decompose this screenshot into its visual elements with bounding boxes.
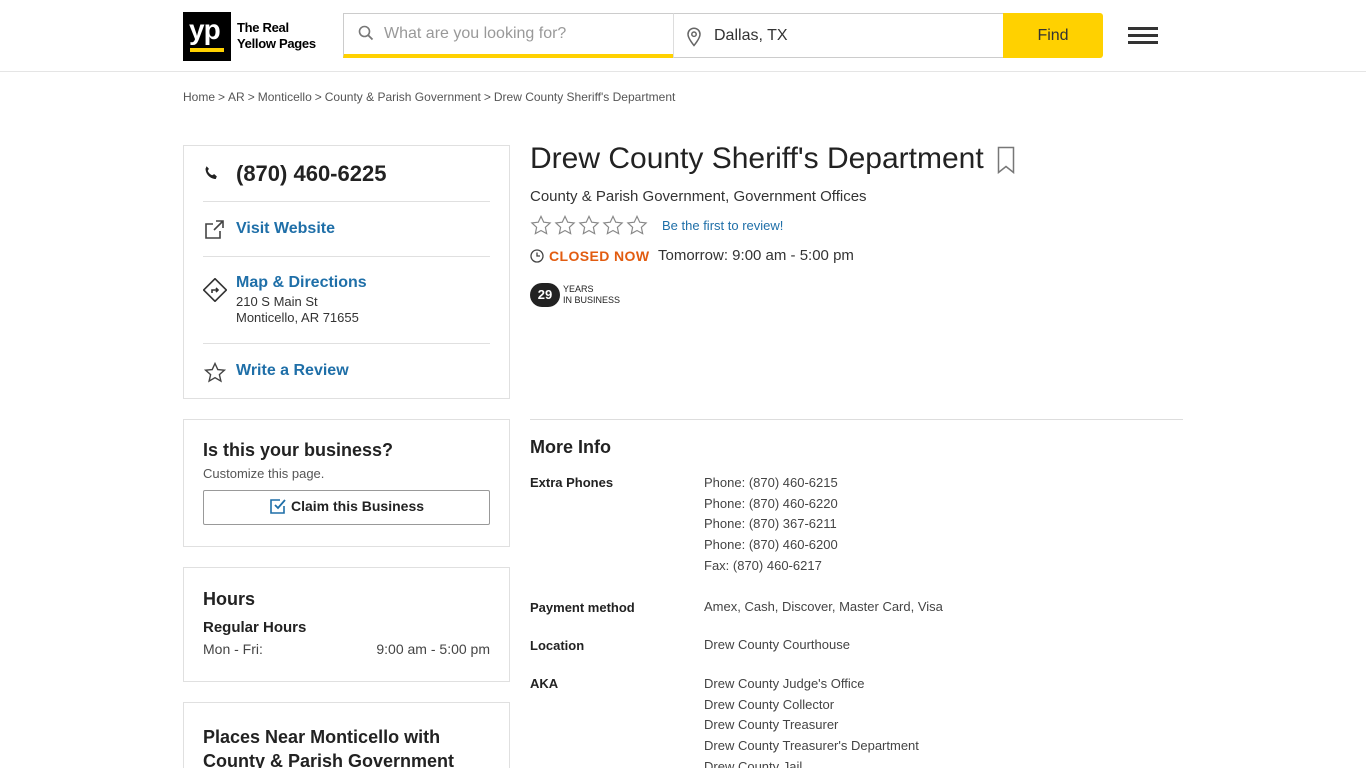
write-review-link[interactable]: Write a Review [236,362,349,380]
breadcrumb-current: Drew County Sheriff's Department [493,90,676,104]
rating-star-icon [578,215,600,235]
extra-phones-label: Extra Phones [530,475,614,490]
places-near-card: Places Near Monticello with County & Par… [183,702,510,768]
category-link-county[interactable]: County & Parish Government, [530,188,729,205]
list-item: Fax: (870) 460-6217 [704,557,822,573]
search-icon [358,25,374,46]
review-row: Write a Review [203,344,490,399]
location-pin-icon [686,27,702,52]
category-link-government[interactable]: Government Offices [733,188,866,205]
payment-method-label: Payment method [530,600,635,615]
open-status: CLOSED NOW [549,248,650,264]
rating-star-icon [626,215,648,235]
hours-title: Hours [203,589,256,609]
list-item: Phone: (870) 460-6220 [704,495,838,511]
section-divider [530,419,1183,420]
location-box [673,13,1004,58]
claim-card: Is this your business? Customize this pa… [183,419,510,547]
address-line1: 210 S Main St [236,294,318,309]
payment-method-value: Amex, Cash, Discover, Master Card, Visa [704,599,943,614]
map-directions-link[interactable]: Map & Directions [236,274,367,292]
claim-business-button[interactable]: Claim this Business [203,490,490,525]
business-name: Drew County Sheriff's Department [530,142,984,175]
site-header: yp The Real Yellow Pages Find [0,0,1366,72]
phone-icon [203,165,219,186]
address: 210 S Main St Monticello, AR 71655 [236,294,359,326]
logo-mark: yp [189,14,221,45]
yp-logo[interactable]: yp [183,12,231,61]
rating-star-icon [554,215,576,235]
rating-star-icon [530,215,552,235]
first-review-link[interactable]: Be the first to review! [662,218,783,233]
search-box [343,13,674,58]
claim-button-label: Claim this Business [290,498,425,515]
logo-text: The Real Yellow Pages [237,20,316,52]
list-item: Phone: (870) 367-6211 [704,516,837,532]
list-item: Drew County Collector [704,696,835,712]
checkbox-icon [269,497,287,518]
hamburger-menu-icon[interactable] [1128,27,1158,45]
logo-line2: Yellow Pages [237,36,316,51]
directions-icon [202,277,228,307]
website-row: Visit Website [203,202,490,257]
location-input[interactable] [714,14,994,57]
address-line2: Monticello, AR 71655 [236,310,359,325]
search-input[interactable] [384,14,669,54]
phone-row: (870) 460-6225 [203,146,490,202]
claim-title: Is this your business? [203,440,394,460]
contact-card: (870) 460-6225 Visit Website Map & Direc… [183,145,510,399]
list-item: Drew County Jail [704,758,803,768]
breadcrumb: Home > AR > Monticello > County & Parish Gover… [183,90,676,104]
more-info-title: More Info [530,437,611,457]
business-categories: County & Parish Government, Government O… [530,188,867,205]
logo-line1: The Real [237,20,289,35]
places-near-title: Places Near Monticello with County & Par… [203,727,455,768]
list-item: Phone: (870) 460-6215 [704,475,838,490]
visit-website-link[interactable]: Visit Website [236,220,335,238]
find-button[interactable]: Find [1003,13,1103,58]
hours-card: Hours Regular Hours Mon - Fri: 9:00 am -… [183,567,510,682]
rating-stars[interactable] [530,215,648,236]
list-item: Drew County Treasurer [704,717,839,733]
regular-hours-label: Regular Hours [203,619,307,636]
years-label-line1: Years [563,284,594,294]
breadcrumb-category[interactable]: County & Parish Government [325,90,481,104]
clock-icon [530,249,544,268]
location-value: Drew County Courthouse [704,637,850,652]
breadcrumb-city[interactable]: Monticello [258,90,312,104]
breadcrumb-home[interactable]: Home [183,90,215,104]
tomorrow-hours: Tomorrow: 9:00 am - 5:00 pm [658,247,854,264]
claim-subtitle: Customize this page. [203,466,325,481]
bookmark-icon[interactable] [997,146,1015,179]
external-link-icon [203,219,225,246]
years-in-business-label: Years in Business [563,284,620,306]
list-item: Phone: (870) 460-6200 [704,537,838,553]
years-in-business-badge: 29 [530,283,560,307]
phone-number[interactable]: (870) 460-6225 [236,161,386,187]
aka-label: AKA [530,676,559,691]
hours-day: Mon - Fri: [203,641,263,657]
hours-time: 9:00 am - 5:00 pm [376,641,490,657]
breadcrumb-state[interactable]: AR [228,90,245,104]
logo-underline [190,48,224,52]
star-outline-icon [203,361,227,390]
extra-phones-list: Phone: (870) 460-6215 Phone: (870) 460-6… [704,473,838,577]
directions-row: Map & Directions 210 S Main St Monticell… [202,257,490,344]
list-item: Drew County Judge's Office [704,676,865,691]
rating-star-icon [602,215,624,235]
aka-list: Drew County Judge's Office Drew County C… [704,674,919,768]
list-item: Drew County Treasurer's Department [704,738,919,754]
location-label: Location [530,638,585,653]
years-label-line2: in Business [563,295,621,305]
